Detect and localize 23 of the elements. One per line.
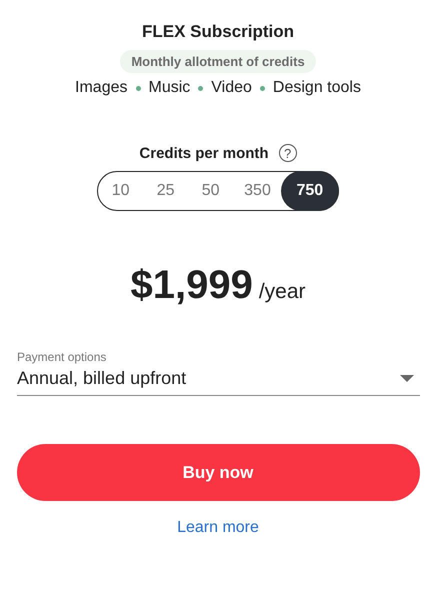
credit-option[interactable]: 750 bbox=[280, 171, 339, 211]
separator-dot-icon bbox=[136, 86, 140, 90]
feature-label: Video bbox=[211, 79, 252, 97]
feature-label: Images bbox=[75, 79, 128, 97]
payment-select[interactable]: Annual, billed upfront bbox=[17, 368, 420, 396]
feature-label: Design tools bbox=[272, 79, 361, 97]
learn-more-link[interactable]: Learn more bbox=[177, 519, 259, 537]
caret-icon bbox=[400, 375, 414, 382]
separator-dot-icon bbox=[198, 86, 204, 90]
price-amount: $1,999 bbox=[130, 263, 253, 308]
plan-title: FLEX Subscription bbox=[142, 22, 294, 42]
credit-option[interactable]: 50 bbox=[187, 171, 234, 211]
credit-option[interactable]: 25 bbox=[142, 171, 190, 211]
credit-option[interactable]: 350 bbox=[232, 171, 283, 211]
payment-label: Payment options bbox=[17, 350, 108, 364]
subtitle-tag: Monthly allotment of credits bbox=[120, 50, 316, 73]
help-icon[interactable]: ? bbox=[278, 144, 297, 162]
credit-option[interactable]: 10 bbox=[97, 171, 144, 211]
buy-button[interactable]: Buy now bbox=[16, 444, 420, 501]
price-period: /year bbox=[258, 280, 306, 304]
separator-dot-icon bbox=[260, 86, 265, 90]
feature-label: Music bbox=[148, 79, 190, 97]
credits-label: Credits per month bbox=[139, 144, 269, 162]
